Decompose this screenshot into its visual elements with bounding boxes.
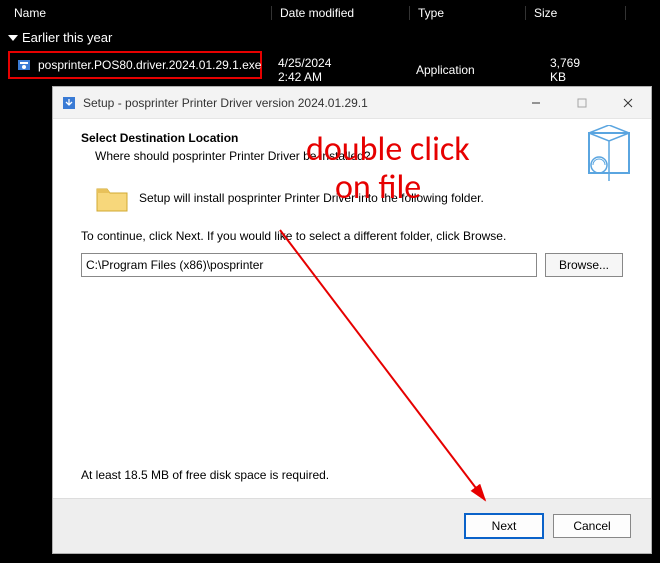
setup-dialog: Setup - posprinter Printer Driver versio… xyxy=(52,86,652,554)
explorer-window: Name Date modified Type Size Earlier thi… xyxy=(0,0,660,79)
col-date[interactable]: Date modified xyxy=(272,6,410,20)
minimize-button[interactable] xyxy=(513,87,559,119)
dialog-heading: Select Destination Location xyxy=(81,131,623,145)
folder-icon xyxy=(95,183,129,213)
col-type[interactable]: Type xyxy=(410,6,526,20)
file-size: 3,769 KB xyxy=(550,56,580,84)
annotation-outline: posprinter.POS80.driver.2024.01.29.1.exe xyxy=(8,51,262,79)
box-icon xyxy=(579,125,635,181)
maximize-button[interactable] xyxy=(559,87,605,119)
exe-icon xyxy=(16,57,32,73)
cancel-button[interactable]: Cancel xyxy=(553,514,631,538)
file-name: posprinter.POS80.driver.2024.01.29.1.exe xyxy=(38,58,261,72)
install-path-input[interactable] xyxy=(81,253,537,277)
col-name[interactable]: Name xyxy=(6,6,272,20)
continue-line: To continue, click Next. If you would li… xyxy=(81,229,623,243)
file-date: 4/25/2024 2:42 AM xyxy=(278,56,331,84)
next-button[interactable]: Next xyxy=(465,514,543,538)
dialog-footer: Next Cancel xyxy=(53,499,651,553)
col-size[interactable]: Size xyxy=(526,6,626,20)
dialog-subheading: Where should posprinter Printer Driver b… xyxy=(95,149,623,163)
group-header[interactable]: Earlier this year xyxy=(0,26,660,49)
close-button[interactable] xyxy=(605,87,651,119)
installer-icon xyxy=(61,95,77,111)
column-headers: Name Date modified Type Size xyxy=(0,0,660,26)
disk-space-text: At least 18.5 MB of free disk space is r… xyxy=(81,468,329,482)
browse-button[interactable]: Browse... xyxy=(545,253,623,277)
install-line: Setup will install posprinter Printer Dr… xyxy=(139,191,484,205)
file-row[interactable]: posprinter.POS80.driver.2024.01.29.1.exe xyxy=(10,53,260,77)
group-label: Earlier this year xyxy=(22,30,112,45)
titlebar-text: Setup - posprinter Printer Driver versio… xyxy=(83,96,513,110)
chevron-down-icon xyxy=(8,35,18,41)
titlebar[interactable]: Setup - posprinter Printer Driver versio… xyxy=(53,87,651,119)
file-type: Application xyxy=(416,63,475,77)
